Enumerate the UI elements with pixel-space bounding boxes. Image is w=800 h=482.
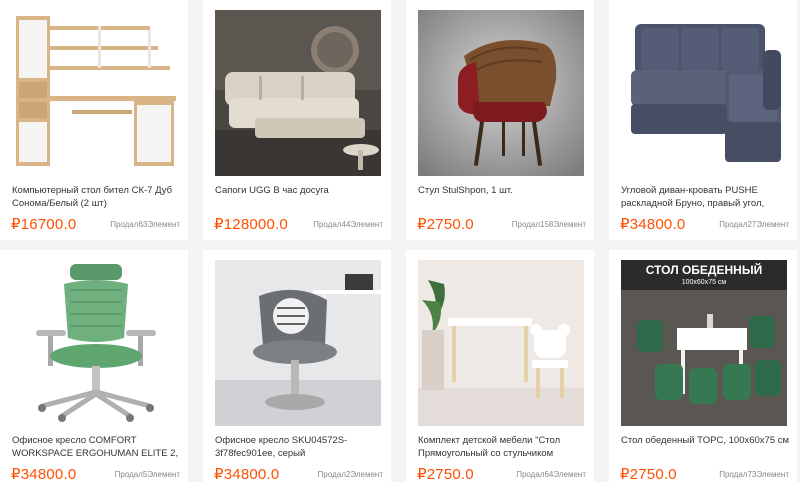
product-price: ₽2750.0 bbox=[620, 466, 677, 482]
sold-count: Продал73Элемент bbox=[719, 470, 789, 479]
sold-count: Продал44Элемент bbox=[313, 220, 383, 229]
product-image[interactable] bbox=[621, 10, 787, 176]
product-card[interactable]: Угловой диван-кровать PUSHE раскладной Б… bbox=[609, 0, 797, 240]
product-price: ₽2750.0 bbox=[417, 466, 474, 482]
product-price: ₽34800.0 bbox=[214, 466, 280, 482]
banner-size: 100x60x75 см bbox=[682, 279, 727, 286]
product-image[interactable] bbox=[215, 10, 381, 176]
dining-table-image: СТОЛ ОБЕДЕННЫЙ 100x60x75 см bbox=[621, 260, 787, 426]
banner-title: СТОЛ ОБЕДЕННЫЙ bbox=[646, 262, 762, 277]
product-title[interactable]: Угловой диван-кровать PUSHE раскладной Б… bbox=[621, 184, 793, 210]
product-title[interactable]: Офисное кресло COMFORT WORKSPACE ERGOHUM… bbox=[12, 434, 184, 460]
product-price: ₽2750.0 bbox=[417, 216, 474, 233]
product-title[interactable]: Компьютерный стол бител СК-7 Дуб Сонома/… bbox=[12, 184, 184, 210]
product-card[interactable]: Офисное кресло COMFORT WORKSPACE ERGOHUM… bbox=[0, 250, 188, 482]
product-price: ₽128000.0 bbox=[214, 216, 288, 233]
sold-count: Продал2Элемент bbox=[317, 470, 383, 479]
product-card[interactable]: Стул StulShpon, 1 шт. ₽2750.0 Продал158Э… bbox=[406, 0, 594, 240]
sold-count: Продал5Элемент bbox=[114, 470, 180, 479]
sold-count: Продал158Элемент bbox=[511, 220, 586, 229]
product-title[interactable]: Офисное кресло SKU04572S-3f78fec901ee, с… bbox=[215, 434, 387, 460]
product-card[interactable]: Комплект детской мебели "Стол Прямоуголь… bbox=[406, 250, 594, 482]
product-price: ₽34800.0 bbox=[11, 466, 77, 482]
product-card[interactable]: Офисное кресло SKU04572S-3f78fec901ee, с… bbox=[203, 250, 391, 482]
product-image[interactable] bbox=[12, 260, 178, 426]
product-price: ₽16700.0 bbox=[11, 216, 77, 233]
product-title[interactable]: Комплект детской мебели "Стол Прямоуголь… bbox=[418, 434, 590, 460]
product-grid: Компьютерный стол бител СК-7 Дуб Сонома/… bbox=[0, 0, 800, 482]
product-price: ₽34800.0 bbox=[620, 216, 686, 233]
sold-count: Продал27Элемент bbox=[719, 220, 789, 229]
sold-count: Продал64Элемент bbox=[516, 470, 586, 479]
kids-furniture-image bbox=[418, 260, 584, 426]
desk-image bbox=[12, 10, 178, 176]
product-card[interactable]: Компьютерный стол бител СК-7 Дуб Сонома/… bbox=[0, 0, 188, 240]
product-card[interactable]: СТОЛ ОБЕДЕННЫЙ 100x60x75 см Стол обеденн… bbox=[609, 250, 797, 482]
product-title[interactable]: Стол обеденный TOPC, 100x60x75 см bbox=[621, 434, 793, 460]
product-title[interactable]: Сапоги UGG В час досуга bbox=[215, 184, 387, 210]
corner-sofa-image bbox=[621, 10, 787, 176]
swivel-chair-image bbox=[215, 260, 381, 426]
sold-count: Продал63Элемент bbox=[110, 220, 180, 229]
product-image[interactable] bbox=[12, 10, 178, 176]
product-card[interactable]: Сапоги UGG В час досуга ₽128000.0 Продал… bbox=[203, 0, 391, 240]
office-chair-image bbox=[12, 260, 178, 426]
product-image[interactable]: СТОЛ ОБЕДЕННЫЙ 100x60x75 см bbox=[621, 260, 787, 426]
product-image[interactable] bbox=[418, 260, 584, 426]
chair-image bbox=[418, 10, 584, 176]
sofa-image bbox=[215, 10, 381, 176]
product-image[interactable] bbox=[215, 260, 381, 426]
product-title[interactable]: Стул StulShpon, 1 шт. bbox=[418, 184, 590, 210]
product-image[interactable] bbox=[418, 10, 584, 176]
